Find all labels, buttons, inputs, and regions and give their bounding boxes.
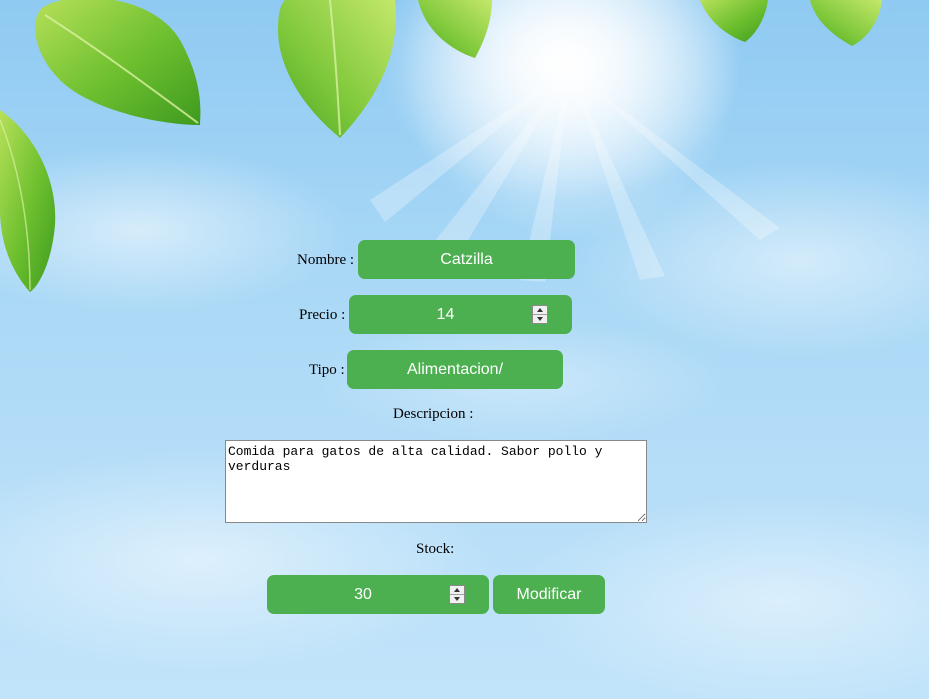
tipo-input[interactable] — [347, 350, 563, 389]
sun-glow — [400, 0, 740, 240]
precio-spinner[interactable] — [532, 305, 548, 324]
increment-arrow-icon[interactable] — [450, 586, 464, 595]
stock-label: Stock: — [416, 541, 455, 557]
stock-field[interactable] — [267, 575, 489, 614]
leaf-top-right-b — [810, 0, 882, 46]
descripcion-label: Descripcion : — [393, 406, 474, 422]
leaf-top-right-a — [700, 0, 768, 42]
tipo-label: Tipo : — [309, 362, 345, 378]
leaf-left-edge — [0, 110, 56, 292]
precio-field[interactable] — [349, 295, 572, 334]
leaf-top-left — [35, 0, 201, 125]
modificar-button[interactable]: Modificar — [493, 575, 605, 614]
increment-arrow-icon[interactable] — [533, 306, 547, 315]
nombre-input[interactable] — [358, 240, 575, 279]
decrement-arrow-icon[interactable] — [533, 315, 547, 323]
nombre-field[interactable] — [358, 240, 575, 279]
leaf-top-small — [418, 0, 492, 58]
tipo-field[interactable] — [347, 350, 563, 389]
leaf-center-top — [278, 0, 396, 138]
stock-spinner[interactable] — [449, 585, 465, 604]
descripcion-textarea[interactable]: Comida para gatos de alta calidad. Sabor… — [225, 440, 647, 523]
nombre-label: Nombre : — [297, 252, 355, 268]
decrement-arrow-icon[interactable] — [450, 595, 464, 603]
precio-label: Precio : — [299, 307, 346, 323]
